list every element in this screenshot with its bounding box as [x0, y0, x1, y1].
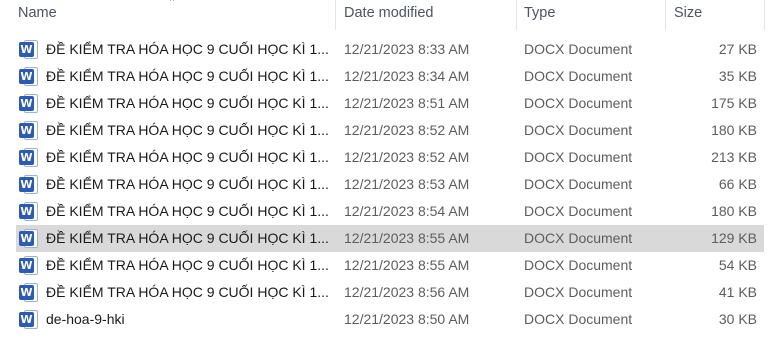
file-name: ĐỀ KIỂM TRA HÓA HỌC 9 CUỐI HỌC KÌ 1... [46, 149, 329, 165]
file-row[interactable]: W ĐỀ KIỂM TRA HÓA HỌC 9 CUỐI HỌC KÌ 1... 1… [0, 279, 780, 306]
word-document-icon: W [19, 67, 39, 86]
file-row[interactable]: W ĐỀ KIỂM TRA HÓA HỌC 9 CUỐI HỌC KÌ 1... 1… [0, 144, 780, 171]
file-row[interactable]: W ĐỀ KIỂM TRA HÓA HỌC 9 CUỐI HỌC KÌ 1... 1… [0, 117, 780, 144]
file-type: DOCX Document [524, 149, 633, 165]
file-type: DOCX Document [524, 176, 633, 192]
file-name: ĐỀ KIỂM TRA HÓA HỌC 9 CUỐI HỌC KÌ 1... [46, 284, 329, 300]
file-name: ĐỀ KIỂM TRA HÓA HỌC 9 CUỐI HỌC KÌ 1... [46, 203, 329, 219]
file-size: 66 KB [718, 176, 757, 192]
word-document-icon: W [19, 202, 39, 221]
file-row[interactable]: W ĐỀ KIỂM TRA HÓA HỌC 9 CUỐI HỌC KÌ 1... 1… [0, 63, 780, 90]
file-date-modified: 12/21/2023 8:54 AM [344, 203, 470, 219]
file-type: DOCX Document [524, 41, 633, 57]
file-date-modified: 12/21/2023 8:53 AM [344, 176, 470, 192]
file-row[interactable]: W ĐỀ KIỂM TRA HÓA HỌC 9 CUỐI HỌC KÌ 1... 1… [0, 198, 780, 225]
file-list: W ĐỀ KIỂM TRA HÓA HỌC 9 CUỐI HỌC KÌ 1... 1… [0, 36, 780, 333]
file-date-modified: 12/21/2023 8:34 AM [344, 68, 470, 84]
file-size: 129 KB [711, 230, 757, 246]
file-name: ĐỀ KIỂM TRA HÓA HỌC 9 CUỐI HỌC KÌ 1... [46, 176, 329, 192]
file-date-modified: 12/21/2023 8:33 AM [344, 41, 470, 57]
file-type: DOCX Document [524, 311, 633, 327]
file-name: ĐỀ KIỂM TRA HÓA HỌC 9 CUỐI HỌC KÌ 1... [46, 122, 329, 138]
file-type: DOCX Document [524, 68, 633, 84]
file-date-modified: 12/21/2023 8:51 AM [344, 95, 470, 111]
column-header-row: ^ Name Date modified Type Size [0, 0, 780, 30]
file-row[interactable]: W ĐỀ KIỂM TRA HÓA HỌC 9 CUỐI HỌC KÌ 1... 1… [0, 225, 780, 252]
file-size: 30 KB [718, 311, 757, 327]
file-type: DOCX Document [524, 95, 633, 111]
file-name: ĐỀ KIỂM TRA HÓA HỌC 9 CUỐI HỌC KÌ 1... [46, 68, 329, 84]
file-date-modified: 12/21/2023 8:55 AM [344, 257, 470, 273]
column-header-size[interactable]: Size [674, 0, 702, 28]
file-date-modified: 12/21/2023 8:56 AM [344, 284, 470, 300]
column-header-type[interactable]: Type [524, 0, 555, 28]
file-size: 213 KB [711, 149, 757, 165]
column-divider[interactable] [764, 0, 765, 30]
file-name: ĐỀ KIỂM TRA HÓA HỌC 9 CUỐI HỌC KÌ 1... [46, 230, 329, 246]
file-type: DOCX Document [524, 230, 633, 246]
column-divider[interactable] [335, 0, 336, 30]
file-type: DOCX Document [524, 257, 633, 273]
word-document-icon: W [19, 40, 39, 59]
word-document-icon: W [19, 148, 39, 167]
file-type: DOCX Document [524, 122, 633, 138]
sort-indicator-icon: ^ [170, 0, 175, 6]
file-name: ĐỀ KIỂM TRA HÓA HỌC 9 CUỐI HỌC KÌ 1... [46, 95, 329, 111]
file-size: 35 KB [718, 68, 757, 84]
file-size: 27 KB [718, 41, 757, 57]
file-type: DOCX Document [524, 284, 633, 300]
file-date-modified: 12/21/2023 8:55 AM [344, 230, 470, 246]
file-date-modified: 12/21/2023 8:52 AM [344, 122, 470, 138]
column-divider[interactable] [665, 0, 666, 30]
word-document-icon: W [19, 229, 39, 248]
column-header-name[interactable]: Name [18, 0, 57, 28]
file-row[interactable]: W ĐỀ KIỂM TRA HÓA HỌC 9 CUỐI HỌC KÌ 1... 1… [0, 252, 780, 279]
file-name: ĐỀ KIỂM TRA HÓA HỌC 9 CUỐI HỌC KÌ 1... [46, 257, 329, 273]
file-row[interactable]: W ĐỀ KIỂM TRA HÓA HỌC 9 CUỐI HỌC KÌ 1... 1… [0, 90, 780, 117]
file-date-modified: 12/21/2023 8:52 AM [344, 149, 470, 165]
file-name: de-hoa-9-hki [46, 311, 125, 327]
column-header-date-modified[interactable]: Date modified [344, 0, 433, 28]
file-name: ĐỀ KIỂM TRA HÓA HỌC 9 CUỐI HỌC KÌ 1... [46, 41, 329, 57]
column-divider[interactable] [516, 0, 517, 30]
word-document-icon: W [19, 256, 39, 275]
word-document-icon: W [19, 94, 39, 113]
word-document-icon: W [19, 283, 39, 302]
file-size: 180 KB [711, 203, 757, 219]
file-date-modified: 12/21/2023 8:50 AM [344, 311, 470, 327]
file-row[interactable]: W ĐỀ KIỂM TRA HÓA HỌC 9 CUỐI HỌC KÌ 1... 1… [0, 36, 780, 63]
file-size: 54 KB [718, 257, 757, 273]
file-row[interactable]: W ĐỀ KIỂM TRA HÓA HỌC 9 CUỐI HỌC KÌ 1... 1… [0, 171, 780, 198]
file-size: 180 KB [711, 122, 757, 138]
file-row[interactable]: Wde-hoa-9-hki 12/21/2023 8:50 AM DOCX Docu… [0, 306, 780, 333]
file-size: 41 KB [718, 284, 757, 300]
file-type: DOCX Document [524, 203, 633, 219]
word-document-icon: W [19, 175, 39, 194]
word-document-icon: W [19, 121, 39, 140]
word-document-icon: W [19, 310, 39, 329]
file-size: 175 KB [711, 95, 757, 111]
